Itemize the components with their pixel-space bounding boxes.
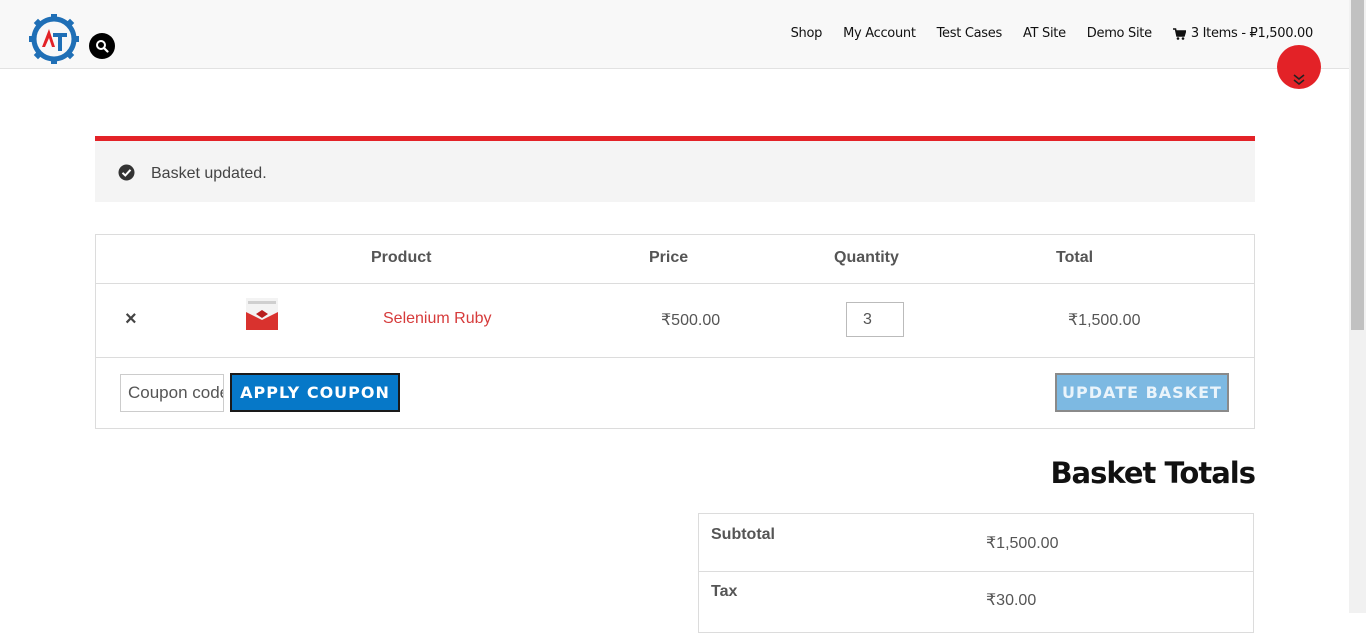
gear-logo-icon bbox=[29, 14, 79, 64]
column-quantity: Quantity bbox=[834, 249, 899, 266]
site-header: Shop My Account Test Cases AT Site Demo … bbox=[0, 0, 1349, 69]
cart-summary: 3 Items - ₽1,500.00 bbox=[1190, 26, 1313, 41]
product-thumbnail[interactable] bbox=[246, 298, 278, 330]
product-subtotal: ₹1,500.00 bbox=[1068, 312, 1141, 329]
cart-table-header: Product Price Quantity Total bbox=[96, 235, 1254, 284]
check-circle-icon bbox=[118, 164, 135, 181]
coupon-code-input[interactable]: Coupon code bbox=[120, 374, 224, 412]
cart-row: × Selenium Ruby ₹500.00 3 ₹1,500.00 bbox=[96, 283, 1254, 358]
update-basket-button[interactable]: UPDATE BASKET bbox=[1055, 373, 1229, 412]
quantity-input[interactable]: 3 bbox=[846, 302, 904, 337]
product-price: ₹500.00 bbox=[661, 312, 721, 329]
cart-icon bbox=[1172, 27, 1186, 40]
nav-test-cases[interactable]: Test Cases bbox=[937, 26, 1003, 41]
basket-totals-table: Subtotal ₹1,500.00 Tax ₹30.00 bbox=[698, 513, 1254, 633]
column-product: Product bbox=[371, 249, 432, 266]
nav-shop[interactable]: Shop bbox=[791, 26, 823, 41]
search-button[interactable] bbox=[89, 33, 115, 59]
subtotal-label: Subtotal bbox=[711, 526, 775, 543]
search-icon bbox=[96, 40, 109, 53]
totals-row-subtotal: Subtotal ₹1,500.00 bbox=[699, 514, 1253, 572]
scroll-down-button[interactable] bbox=[1277, 45, 1321, 89]
product-name-link[interactable]: Selenium Ruby bbox=[383, 310, 492, 328]
tax-value: ₹30.00 bbox=[986, 592, 1037, 609]
nav-my-account[interactable]: My Account bbox=[843, 26, 916, 41]
totals-row-tax: Tax ₹30.00 bbox=[699, 571, 1253, 628]
column-price: Price bbox=[649, 249, 689, 266]
page-scrollbar[interactable] bbox=[1349, 0, 1366, 613]
nav-cart[interactable]: 3 Items - ₽1,500.00 bbox=[1172, 26, 1313, 41]
apply-coupon-button[interactable]: APPLY COUPON bbox=[230, 373, 400, 412]
basket-totals-heading: Basket Totals bbox=[1050, 456, 1256, 490]
tax-label: Tax bbox=[711, 583, 738, 600]
nav-demo-site[interactable]: Demo Site bbox=[1087, 26, 1152, 41]
subtotal-value: ₹1,500.00 bbox=[986, 535, 1059, 552]
cart-actions: Coupon code APPLY COUPON UPDATE BASKET bbox=[96, 357, 1254, 428]
scrollbar-thumb[interactable] bbox=[1351, 0, 1364, 330]
basket-notice: Basket updated. bbox=[95, 136, 1255, 202]
cart-table: Product Price Quantity Total × Selenium … bbox=[95, 234, 1255, 429]
nav-at-site[interactable]: AT Site bbox=[1023, 26, 1066, 41]
main-nav: Shop My Account Test Cases AT Site Demo … bbox=[770, 26, 1314, 41]
chevron-double-down-icon bbox=[1293, 74, 1305, 86]
column-total: Total bbox=[1056, 249, 1094, 266]
site-logo[interactable] bbox=[28, 13, 80, 65]
remove-item-button[interactable]: × bbox=[125, 309, 137, 329]
notice-message: Basket updated. bbox=[151, 165, 267, 182]
